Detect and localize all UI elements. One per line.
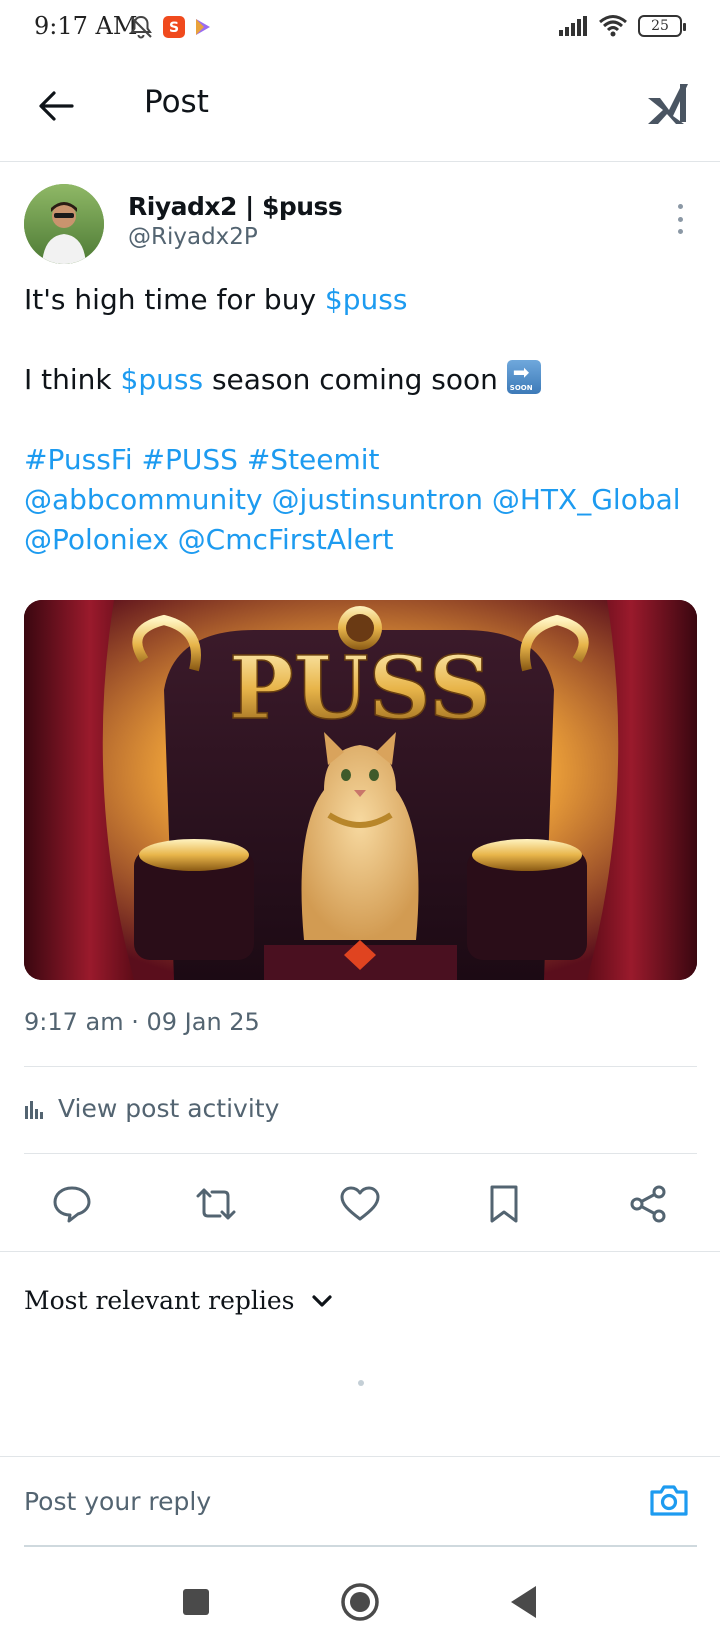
bookmark-button[interactable] (480, 1180, 528, 1228)
post-text-segment: I think (24, 363, 121, 396)
replies-sort-dropdown[interactable]: Most relevant replies (24, 1286, 333, 1315)
like-icon (340, 1186, 380, 1221)
reply-bar (0, 1456, 720, 1548)
divider (24, 1153, 697, 1154)
hashtags-line: #PussFi #PUSS #Steemit (24, 440, 704, 480)
signal-icon (559, 16, 587, 36)
share-button[interactable] (624, 1180, 672, 1228)
repost-icon (196, 1188, 236, 1220)
more-dot (677, 216, 683, 222)
status-bar: 9:17 AM S 25 (0, 0, 720, 54)
reply-input[interactable] (24, 1477, 604, 1525)
status-icons-right: 25 (558, 14, 686, 38)
status-icons-left: S (128, 14, 212, 40)
recents-button[interactable] (172, 1578, 220, 1626)
chevron-down-icon (311, 1294, 332, 1307)
post-actions-bar (0, 1164, 720, 1244)
hashtag-link[interactable]: #PussFi (24, 443, 133, 476)
post-timestamp: 9:17 am · 09 Jan 25 (24, 1008, 260, 1036)
avatar[interactable] (24, 184, 104, 264)
home-icon (341, 1583, 379, 1621)
back-button[interactable] (34, 84, 78, 128)
share-icon (630, 1185, 666, 1223)
avatar-image (24, 184, 104, 264)
hashtag-link[interactable]: #PUSS (142, 443, 238, 476)
mention-link[interactable]: @abbcommunity (24, 483, 263, 516)
reply-icon (53, 1186, 91, 1223)
mention-link[interactable]: @justinsuntron (272, 483, 483, 516)
post-text-segment: season coming soon (203, 363, 507, 396)
image-caption-text: PUSS (229, 638, 491, 739)
camera-button[interactable] (648, 1479, 690, 1521)
post-text-segment: It's high time for buy (24, 283, 325, 316)
svg-text:S: S (169, 20, 179, 36)
cashtag-link[interactable]: $puss (325, 283, 408, 316)
post-text: It's high time for buy $puss I think $pu… (24, 280, 704, 560)
muted-bell-icon (130, 15, 152, 39)
triangle-back-icon (511, 1586, 536, 1618)
mentions-line-1: @abbcommunity @justinsuntron @HTX_Global (24, 480, 704, 520)
repost-button[interactable] (192, 1180, 240, 1228)
arrow-left-icon (39, 91, 74, 121)
more-dot (677, 204, 683, 209)
divider (24, 1066, 697, 1067)
post-image[interactable]: PUSS (24, 600, 697, 980)
mentions-line-2: @Poloniex @CmcFirstAlert (24, 520, 704, 560)
author-name[interactable]: Riyadx2 | $puss (128, 192, 343, 221)
soon-emoji-label: SOON (509, 384, 533, 392)
soon-arrow-icon: ➡ SOON (506, 360, 541, 394)
x-logo-icon (648, 84, 688, 124)
post-line-2: I think $puss season coming soon ➡ SOON (24, 360, 704, 400)
cashtag-link[interactable]: $puss (121, 363, 204, 396)
back-nav-button[interactable] (500, 1578, 548, 1626)
loading-indicator (358, 1380, 364, 1386)
mention-link[interactable]: @HTX_Global (492, 483, 681, 516)
post-line-1: It's high time for buy $puss (24, 280, 704, 320)
replies-sort-label: Most relevant replies (24, 1286, 295, 1315)
author-handle[interactable]: @Riyadx2P (128, 224, 258, 250)
more-dot (677, 229, 683, 234)
system-nav-bar (0, 1556, 720, 1650)
recents-icon (183, 1589, 209, 1615)
brand-logo[interactable] (646, 80, 690, 130)
camera-icon (650, 1485, 688, 1516)
analytics-icon (25, 1100, 43, 1119)
wifi-icon (599, 15, 627, 37)
hashtag-link[interactable]: #Steemit (247, 443, 380, 476)
mention-link[interactable]: @Poloniex (24, 523, 169, 556)
puss-throne-image: PUSS (24, 600, 697, 980)
view-post-activity-label: View post activity (58, 1094, 280, 1123)
play-store-icon (196, 19, 210, 35)
page-title: Post (144, 84, 209, 120)
status-time: 9:17 AM (34, 12, 138, 40)
app-badge-icon: S (163, 16, 185, 38)
home-button[interactable] (336, 1578, 384, 1626)
reply-input-underline (24, 1545, 697, 1547)
battery-icon: 25 (638, 15, 686, 37)
mention-link[interactable]: @CmcFirstAlert (178, 523, 394, 556)
like-button[interactable] (336, 1180, 384, 1228)
reply-button[interactable] (48, 1180, 96, 1228)
more-options-button[interactable] (668, 204, 692, 234)
bookmark-icon (490, 1185, 518, 1223)
top-app-bar: Post (0, 54, 720, 162)
divider (0, 1251, 720, 1252)
view-post-activity[interactable]: View post activity (24, 1094, 279, 1123)
